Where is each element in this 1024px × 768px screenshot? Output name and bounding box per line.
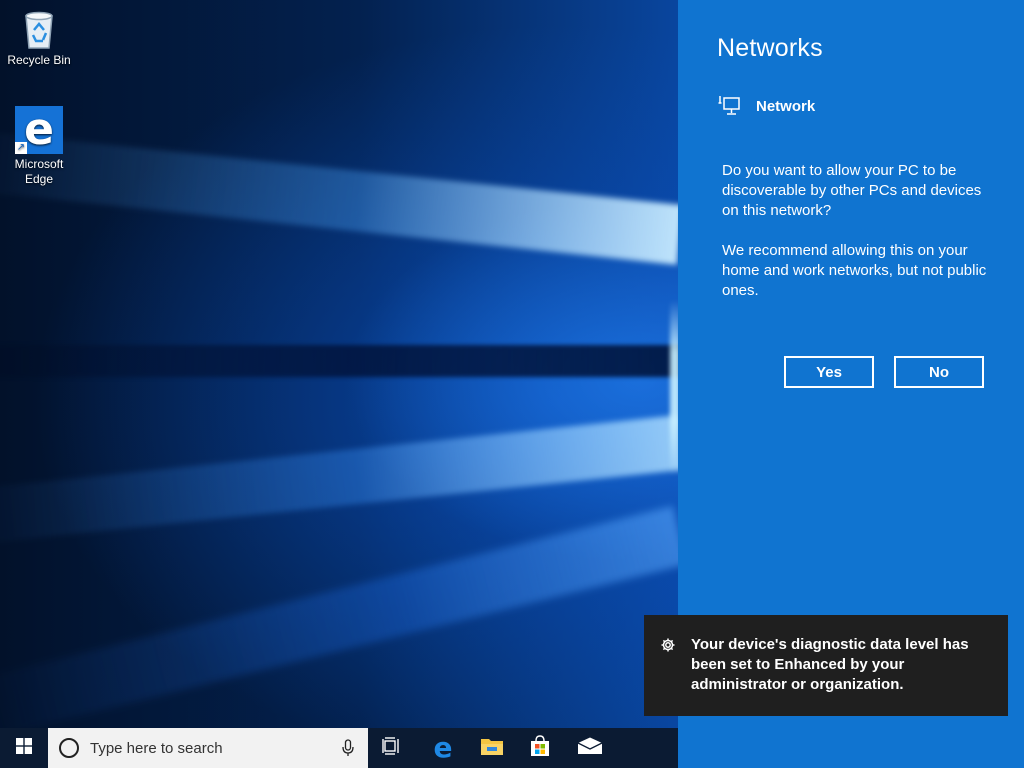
desktop-icon-microsoft-edge[interactable]: e ↗ Microsoft Edge — [1, 106, 77, 187]
task-view-button[interactable] — [368, 728, 416, 768]
wallpaper-light-beam — [0, 415, 683, 546]
cortana-icon — [59, 738, 79, 758]
network-item: Network — [718, 94, 815, 118]
search-input[interactable] — [90, 739, 330, 757]
discoverable-question: Do you want to allow your PC to be disco… — [722, 162, 982, 219]
network-name: Network — [756, 97, 816, 115]
edge-icon: e — [433, 731, 453, 764]
desktop-icon-recycle-bin[interactable]: Recycle Bin — [1, 8, 77, 68]
discoverable-recommendation: We recommend allowing this on your home … — [722, 242, 987, 299]
yes-button[interactable]: Yes — [784, 356, 874, 388]
task-view-icon — [382, 736, 402, 760]
microphone-icon[interactable] — [342, 739, 354, 757]
windows-start-icon — [16, 737, 32, 759]
taskbar-store-button[interactable] — [516, 728, 564, 768]
mail-icon — [577, 737, 603, 760]
taskbar-mail-button[interactable] — [566, 728, 614, 768]
toast-message: Your device's diagnostic data level has … — [691, 636, 969, 693]
shortcut-arrow-icon: ↗ — [15, 142, 27, 154]
gear-icon — [660, 637, 676, 653]
store-icon — [529, 734, 551, 762]
wallpaper-dark-beam — [0, 345, 680, 377]
wired-network-icon — [718, 94, 742, 118]
start-button[interactable] — [0, 728, 48, 768]
taskbar-edge-button[interactable]: e — [419, 728, 467, 768]
taskbar-file-explorer-button[interactable] — [468, 728, 516, 768]
desktop-icon-label: Recycle Bin — [7, 53, 71, 67]
edge-icon: e ↗ — [15, 106, 63, 154]
recycle-bin-icon — [21, 8, 57, 50]
taskbar: e — [0, 728, 678, 768]
flyout-title: Networks — [717, 34, 823, 62]
taskbar-search-box[interactable] — [48, 728, 368, 768]
diagnostic-toast-notification[interactable]: Your device's diagnostic data level has … — [644, 615, 1008, 716]
folder-icon — [480, 736, 504, 761]
wallpaper-light-beam — [0, 129, 684, 265]
wallpaper-light-beam — [0, 505, 688, 739]
desktop-icon-label: Microsoft Edge — [14, 157, 64, 186]
no-button[interactable]: No — [894, 356, 984, 388]
